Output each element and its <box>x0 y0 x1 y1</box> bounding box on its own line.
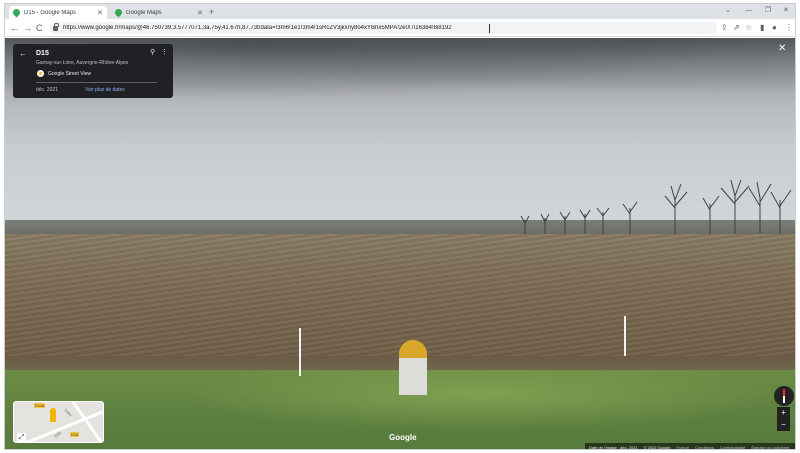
country-link[interactable]: France <box>677 445 689 450</box>
attribution-bar: Date de l'image : déc. 2021 © 2022 Googl… <box>585 443 795 450</box>
milestone-body <box>399 358 427 395</box>
share-icon[interactable]: ⇗ <box>733 23 740 33</box>
side-panel-icon[interactable]: ▮ <box>760 23 764 33</box>
road-shield: D15 <box>70 432 80 437</box>
forward-button[interactable]: → <box>23 22 32 34</box>
map-road-label: Loire <box>63 407 74 418</box>
tree-row <box>520 179 792 238</box>
mini-map[interactable]: D116 D15 Loire D15 ⤢ <box>13 401 104 443</box>
tab-title: Google Maps <box>126 9 162 16</box>
new-tab-button[interactable]: + <box>209 6 214 18</box>
back-button[interactable]: ← <box>10 22 19 34</box>
pegman-icon[interactable] <box>50 408 56 422</box>
expand-map-icon[interactable]: ⤢ <box>17 433 26 442</box>
browser-window: D15 - Google Maps ✕ Google Maps ✕ + ⌄ — … <box>4 3 796 450</box>
see-more-dates-link[interactable]: Voir plus de dates <box>85 87 125 93</box>
install-icon[interactable]: ⇪ <box>721 23 728 33</box>
reload-button[interactable]: C <box>36 22 43 34</box>
milestone-cap <box>399 340 427 360</box>
bookmark-star-icon[interactable]: ☆ <box>745 23 752 33</box>
road-name: D15 <box>36 50 49 57</box>
tab-strip: D15 - Google Maps ✕ Google Maps ✕ + ⌄ — … <box>5 4 795 19</box>
compass-icon[interactable] <box>774 386 794 406</box>
close-tab-icon[interactable]: ✕ <box>197 9 203 17</box>
tab-search-icon[interactable]: ⌄ <box>725 6 731 16</box>
marker-post <box>299 328 301 376</box>
browser-menu-icon[interactable]: ⋮ <box>785 23 793 33</box>
location-pin-icon[interactable]: ⚲ <box>150 48 155 56</box>
marker-post <box>624 316 626 356</box>
profile-avatar-icon[interactable]: ● <box>772 23 777 33</box>
terms-link[interactable]: Conditions <box>695 445 714 450</box>
close-street-view-icon[interactable]: ✕ <box>778 43 786 54</box>
zoom-in-button[interactable]: + <box>777 407 790 419</box>
privacy-link[interactable]: Confidentialité <box>720 445 745 450</box>
browser-toolbar: ← → C https://www.google.fr/maps/@46.750… <box>5 19 795 37</box>
report-problem-link[interactable]: Signaler un problème <box>751 445 789 450</box>
text-cursor <box>489 24 490 33</box>
road-milestone <box>399 340 427 395</box>
close-tab-icon[interactable]: ✕ <box>97 9 103 17</box>
maps-pin-icon <box>113 7 124 18</box>
divider <box>36 82 157 83</box>
location-info-card: ← D15 Garnay-sur-Loire, Auvergne-Rhône-A… <box>13 44 173 98</box>
tab-d15-google-maps[interactable]: D15 - Google Maps ✕ <box>9 6 107 19</box>
street-view-logo-icon <box>37 70 44 77</box>
back-arrow-icon[interactable]: ← <box>19 49 27 58</box>
zoom-out-button[interactable]: − <box>777 419 790 431</box>
imagery-source: Google Street View <box>48 71 91 77</box>
maps-pin-icon <box>11 7 22 18</box>
more-options-icon[interactable]: ⋮ <box>161 48 168 56</box>
minimize-button[interactable]: — <box>745 6 752 16</box>
capture-date: déc. 2021 <box>36 87 58 93</box>
lock-icon[interactable] <box>53 22 59 31</box>
place-name: Garnay-sur-Loire, Auvergne-Rhône-Alpes <box>36 60 129 66</box>
maximize-button[interactable]: ❐ <box>765 6 771 16</box>
google-logo: Google <box>389 433 417 442</box>
close-window-button[interactable]: ✕ <box>783 6 789 16</box>
copyright: © 2022 Google <box>643 444 671 450</box>
url-text[interactable]: https://www.google.fr/maps/@46.750739,3.… <box>63 25 452 31</box>
road-shield: D116 <box>34 403 46 408</box>
street-view-panorama[interactable]: ← D15 Garnay-sur-Loire, Auvergne-Rhône-A… <box>5 38 795 450</box>
image-date: Date de l'image : déc. 2021 <box>589 444 638 450</box>
address-bar[interactable]: https://www.google.fr/maps/@46.750739,3.… <box>49 22 717 34</box>
tab-google-maps[interactable]: Google Maps ✕ <box>111 6 207 19</box>
tab-title: D15 - Google Maps <box>24 9 77 16</box>
